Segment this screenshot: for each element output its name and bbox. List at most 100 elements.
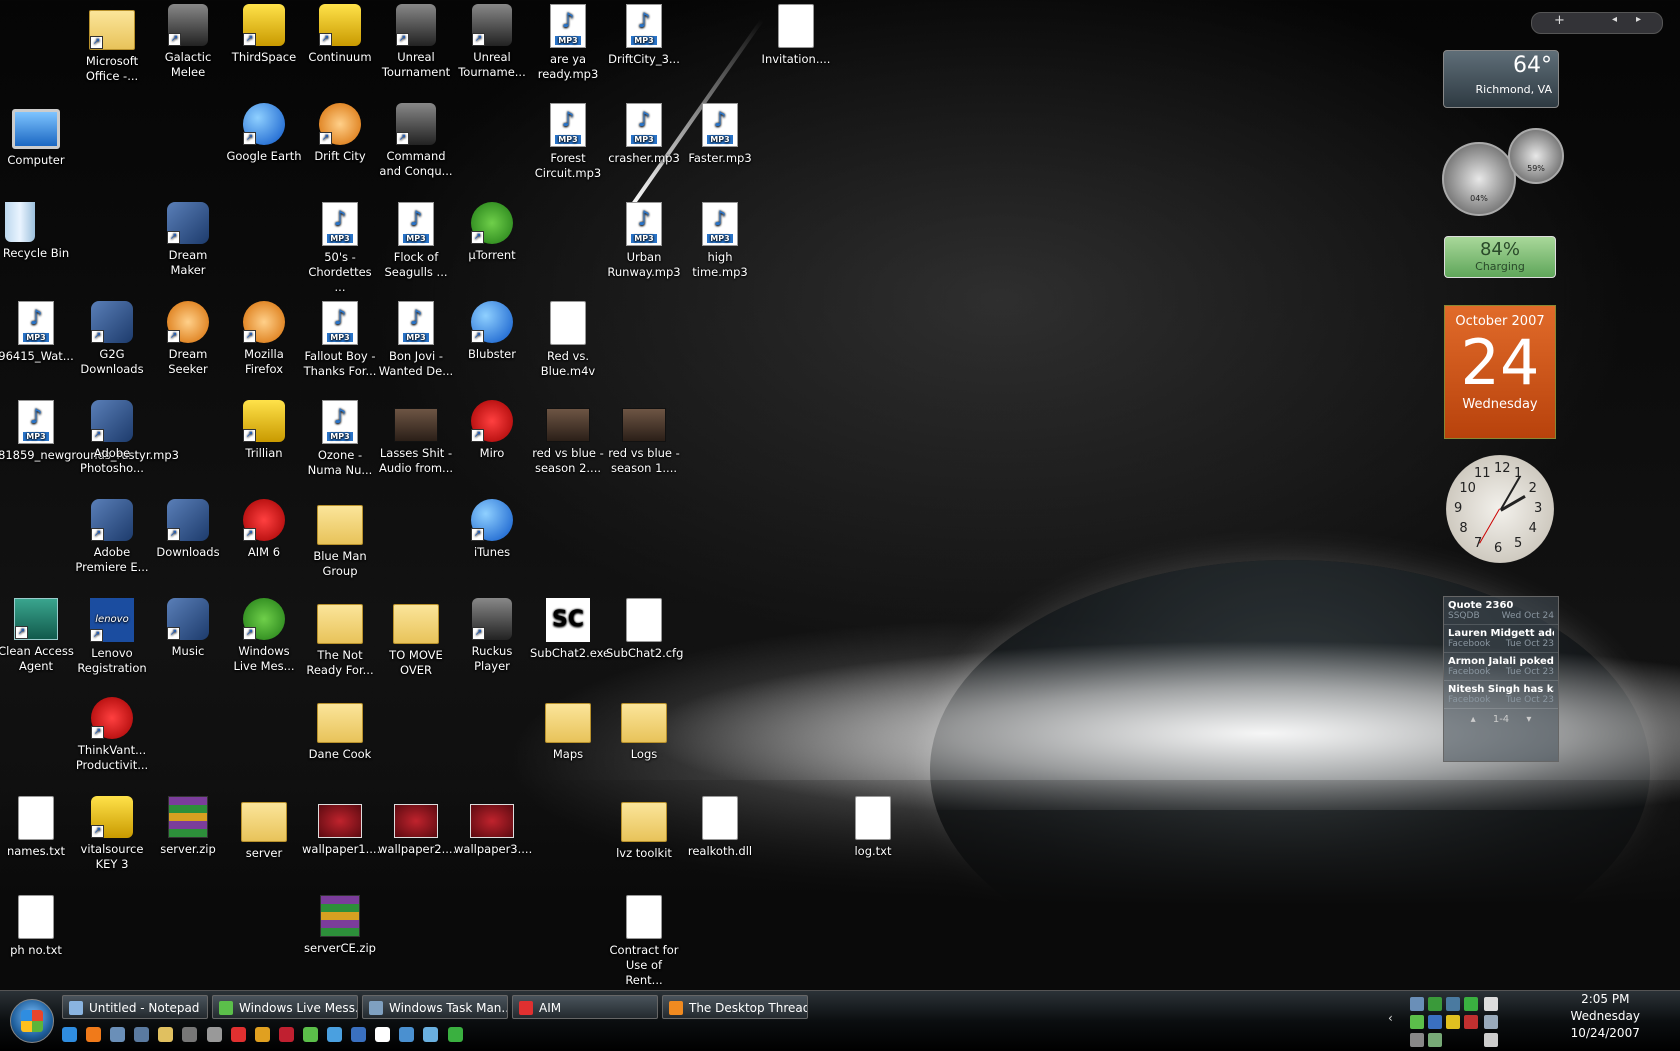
desktop-icon[interactable]: ↗ Drift City <box>302 103 378 164</box>
desktop-icon[interactable]: ↗ G2G Downloads <box>74 301 150 377</box>
show-desktop-icon[interactable] <box>110 1027 126 1042</box>
search-icon[interactable] <box>399 1027 415 1042</box>
desktop-icon[interactable]: SC SubChat2.exe <box>530 598 610 661</box>
internet-explorer-icon[interactable] <box>62 1027 77 1042</box>
desktop-icon[interactable]: ph no.txt <box>0 895 74 958</box>
desktop-icon[interactable]: ↗ Adobe Premiere E... <box>74 499 150 575</box>
network-icon[interactable] <box>1484 1015 1498 1029</box>
desktop-icon[interactable]: The Not Ready For... <box>302 598 378 678</box>
update-icon[interactable] <box>423 1027 439 1042</box>
desktop-icon[interactable]: ♪ MP3 81859_newgrounds_rustyr.mp3 <box>0 400 179 463</box>
desktop-icon[interactable]: ♪ MP3 Urban Runway.mp3 <box>606 202 682 280</box>
weather-gadget[interactable]: 64° Richmond, VA <box>1443 50 1559 108</box>
desktop-icon[interactable]: Invitation.... <box>758 4 834 67</box>
desktop-icon[interactable]: lenovo ↗ Lenovo Registration <box>74 598 150 676</box>
tray-icon-7[interactable] <box>1446 1015 1460 1029</box>
desktop-icon[interactable]: ↗ Miro <box>454 400 530 461</box>
word-icon[interactable] <box>375 1027 391 1042</box>
desktop-icon[interactable]: ↗ Adobe Photosho... <box>74 400 150 476</box>
desktop-icon[interactable]: ↗ Galactic Melee <box>150 4 226 80</box>
app-icon-a[interactable] <box>206 1027 222 1042</box>
explorer-icon[interactable] <box>158 1027 174 1042</box>
desktop-icon[interactable]: lvz toolkit <box>606 796 682 861</box>
globe-icon[interactable] <box>351 1027 367 1042</box>
desktop-icon[interactable]: Maps <box>530 697 606 762</box>
clock-gadget[interactable]: 12 1 2 3 4 5 6 7 8 9 10 11 <box>1446 455 1554 563</box>
media-icon[interactable] <box>254 1027 270 1042</box>
desktop-icon[interactable]: ↗ Command and Conqu... <box>378 103 454 179</box>
desktop-icon[interactable]: wallpaper2.... <box>378 796 456 857</box>
desktop-icon[interactable]: ♪ MP3 Forest Circuit.mp3 <box>530 103 606 181</box>
tray-icon-1[interactable] <box>1410 997 1424 1011</box>
desktop-icon[interactable]: server <box>226 796 302 861</box>
feed-next-icon[interactable]: ▾ <box>1526 714 1531 725</box>
desktop-icon[interactable]: ♪ MP3 Bon Jovi - Wanted De... <box>378 301 454 379</box>
desktop-icon[interactable]: ♪ MP3 96415_Wat... <box>0 301 74 364</box>
desktop-icon[interactable]: ↗ Dream Seeker <box>150 301 226 377</box>
tray-icon-2[interactable] <box>1428 997 1442 1011</box>
desktop-icon[interactable]: ↗ Trillian <box>226 400 302 461</box>
desktop-icon[interactable]: ♪ MP3 high time.mp3 <box>682 202 758 280</box>
tray-icon-4[interactable] <box>1464 997 1478 1011</box>
utorrent-icon[interactable] <box>447 1027 463 1042</box>
desktop-icon[interactable]: ↗ Google Earth <box>226 103 302 164</box>
tray-icon-3[interactable] <box>1446 997 1460 1011</box>
desktop-icon[interactable]: Lasses Shit - Audio from... <box>378 400 454 476</box>
desktop-icon[interactable]: Recycle Bin <box>0 202 74 261</box>
switch-windows-icon[interactable] <box>134 1027 150 1042</box>
desktop-icon[interactable]: ↗ Mozilla Firefox <box>226 301 302 377</box>
feed-item[interactable]: Lauren Midgett add...Facebook Tue Oct 23 <box>1444 625 1558 653</box>
add-gadget-button[interactable]: + <box>1554 13 1565 28</box>
desktop-icon[interactable]: ♪ MP3 50's - Chordettes ... <box>302 202 378 295</box>
desktop-icon[interactable]: ↗ vitalsource KEY 3 <box>74 796 150 872</box>
taskbar-clock[interactable]: 2:05 PM Wednesday 10/24/2007 <box>1571 991 1640 1042</box>
firefox-icon[interactable] <box>86 1027 102 1042</box>
desktop-icon[interactable]: ♪ MP3 DriftCity_3... <box>606 4 682 67</box>
feed-prev-icon[interactable]: ▴ <box>1471 714 1476 725</box>
feed-item[interactable]: Armon Jalali poked y...Facebook Tue Oct 2… <box>1444 653 1558 681</box>
desktop-icon[interactable]: ♪ MP3 Ozone - Numa Nu... <box>302 400 378 478</box>
desktop-icon[interactable]: names.txt <box>0 796 74 859</box>
desktop-icon[interactable]: red vs blue - season 2.... <box>530 400 606 476</box>
desktop-icon[interactable]: SubChat2.cfg <box>606 598 683 661</box>
aim-icon[interactable] <box>230 1027 246 1042</box>
snowflake-icon[interactable] <box>327 1027 343 1042</box>
messenger-icon[interactable] <box>302 1027 318 1042</box>
desktop-icon[interactable]: ♪ MP3 Fallout Boy - Thanks For... <box>302 301 378 379</box>
tray-icon-10[interactable] <box>1428 1033 1442 1047</box>
tray-icon-8[interactable] <box>1464 1015 1478 1029</box>
desktop-icon[interactable]: ♪ MP3 Faster.mp3 <box>682 103 758 166</box>
desktop-icon[interactable]: ♪ MP3 Flock of Seagulls ... <box>378 202 454 280</box>
desktop-icon[interactable]: ↗ ThirdSpace <box>226 4 302 65</box>
next-gadget-icon[interactable]: ▸ <box>1636 14 1641 25</box>
feed-item[interactable]: Quote 2360 SSQDB Wed Oct 24 <box>1444 597 1558 625</box>
miro-icon[interactable] <box>278 1027 294 1042</box>
taskbar-button[interactable]: Untitled - Notepad <box>62 995 208 1019</box>
desktop-icon[interactable]: Red vs. Blue.m4v <box>530 301 606 379</box>
taskbar-button[interactable]: The Desktop Thread... <box>662 995 808 1019</box>
prev-gadget-icon[interactable]: ◂ <box>1612 14 1617 25</box>
desktop-icon[interactable]: ↗ Ruckus Player <box>454 598 530 674</box>
desktop-icon[interactable]: Computer <box>0 103 74 168</box>
desktop-icon[interactable]: ↗ Unreal Tournament <box>378 4 454 80</box>
desktop-icon[interactable]: wallpaper3.... <box>454 796 532 857</box>
desktop-icon[interactable]: wallpaper1.... <box>302 796 380 857</box>
desktop-icon[interactable]: ↗ ThinkVant... Productivit... <box>74 697 150 773</box>
desktop-icon[interactable]: ↗ Microsoft Office -... <box>74 4 150 84</box>
desktop-icon[interactable]: ♪ MP3 are ya ready.mp3 <box>530 4 606 82</box>
desktop-icon[interactable]: Contract for Use of Rent... <box>606 895 682 988</box>
desktop-icon[interactable]: Dane Cook <box>302 697 378 762</box>
desktop-icon[interactable]: serverCE.zip <box>302 895 378 956</box>
taskbar-button[interactable]: Windows Task Man... <box>362 995 508 1019</box>
start-button[interactable] <box>10 999 54 1043</box>
desktop-icon[interactable]: server.zip <box>150 796 226 857</box>
cpu-meter-gadget[interactable]: 04% 59% <box>1442 128 1564 216</box>
desktop-icon[interactable]: ↗ Clean Access Agent <box>0 598 74 674</box>
desktop-icon[interactable]: ↗ Continuum <box>302 4 378 65</box>
desktop-icon[interactable]: ↗ Dream Maker <box>150 202 226 278</box>
taskbar-button[interactable]: AIM <box>512 995 658 1019</box>
tray-expand-icon[interactable]: ‹ <box>1388 1011 1393 1025</box>
desktop-icon[interactable]: ↗ AIM 6 <box>226 499 302 560</box>
desktop-icon[interactable]: Blue Man Group <box>302 499 378 579</box>
desktop-icon[interactable]: ↗ Windows Live Mes... <box>226 598 302 674</box>
